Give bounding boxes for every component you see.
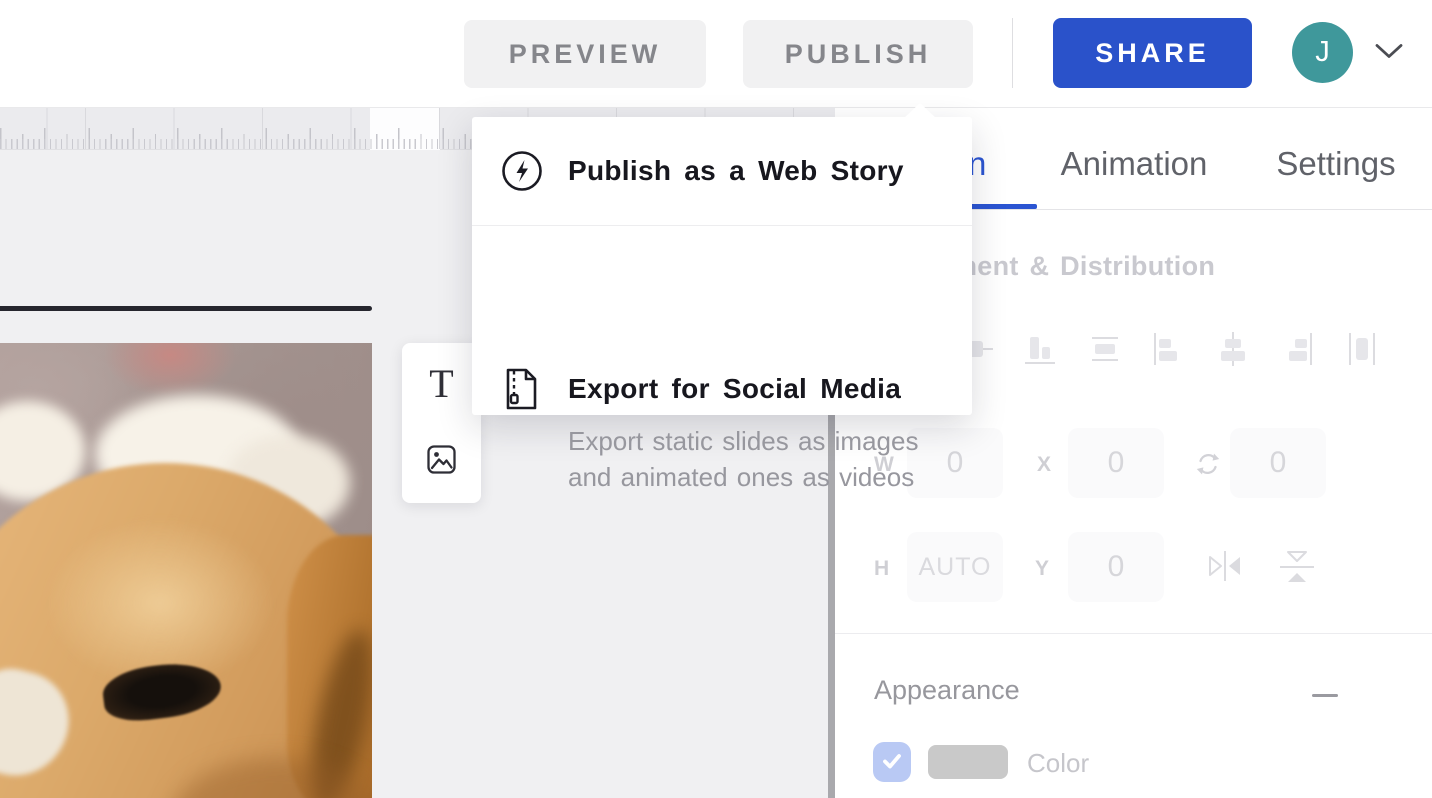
color-label: Color xyxy=(1027,748,1089,779)
avatar[interactable]: J xyxy=(1292,22,1353,83)
text-tool-icon: T xyxy=(429,360,453,407)
distribute-vertical-icon[interactable] xyxy=(1087,331,1123,367)
appearance-section-divider xyxy=(835,633,1432,634)
color-swatch[interactable] xyxy=(928,745,1008,779)
menu-item-description: Export static slides as images and anima… xyxy=(568,423,940,495)
rotate-icon xyxy=(1194,450,1222,483)
minus-icon xyxy=(1312,694,1338,697)
menu-item-title: Publish as a Web Story xyxy=(568,155,904,187)
image-tool-icon xyxy=(426,444,457,478)
preview-button[interactable]: PREVIEW xyxy=(464,20,706,88)
align-right-icon[interactable] xyxy=(1279,331,1315,367)
text-tool-button[interactable]: T xyxy=(402,347,481,419)
zip-file-icon xyxy=(503,367,539,411)
tab-settings[interactable]: Settings xyxy=(1270,146,1402,182)
chevron-down-icon[interactable] xyxy=(1374,42,1404,60)
canvas-line-element[interactable] xyxy=(0,306,372,311)
canvas-image-dog[interactable] xyxy=(0,343,372,798)
element-toolbar: T xyxy=(402,343,481,503)
menu-item-title: Export for Social Media xyxy=(568,373,901,405)
app-window: T Design Animation Settings Alignment & … xyxy=(0,0,1432,798)
publish-button[interactable]: PUBLISH xyxy=(743,20,973,88)
share-button[interactable]: SHARE xyxy=(1053,18,1252,88)
flip-horizontal-icon[interactable] xyxy=(1205,549,1245,586)
distribute-horizontal-icon[interactable] xyxy=(1344,331,1380,367)
publish-menu: Publish as a Web Story Export for Social… xyxy=(472,117,972,415)
height-label: H xyxy=(874,557,889,581)
color-checkbox[interactable] xyxy=(873,742,911,782)
collapse-appearance-button[interactable] xyxy=(1306,678,1344,702)
check-icon xyxy=(880,749,904,776)
top-bar: PREVIEW PUBLISH SHARE J xyxy=(0,0,1432,108)
x-input[interactable]: 0 xyxy=(1068,428,1164,498)
y-label: Y xyxy=(1035,557,1049,581)
menu-caret xyxy=(904,103,936,118)
height-input[interactable]: AUTO xyxy=(907,532,1003,602)
rotation-input[interactable]: 0 xyxy=(1230,428,1326,498)
menu-item-export-social[interactable]: Export for Social Media Export static sl… xyxy=(472,226,972,415)
x-label: X xyxy=(1037,453,1051,477)
align-left-icon[interactable] xyxy=(1151,331,1187,367)
appearance-section-title: Appearance xyxy=(874,675,1020,706)
lightning-circle-icon xyxy=(500,149,544,193)
align-bottom-icon[interactable] xyxy=(1022,331,1058,367)
topbar-divider xyxy=(1012,18,1013,88)
image-tool-button[interactable] xyxy=(402,425,481,497)
menu-item-publish-web-story[interactable]: Publish as a Web Story xyxy=(472,117,972,225)
tab-animation[interactable]: Animation xyxy=(1059,146,1209,182)
align-center-icon[interactable] xyxy=(1215,331,1251,367)
y-input[interactable]: 0 xyxy=(1068,532,1164,602)
flip-vertical-icon[interactable] xyxy=(1277,547,1317,590)
